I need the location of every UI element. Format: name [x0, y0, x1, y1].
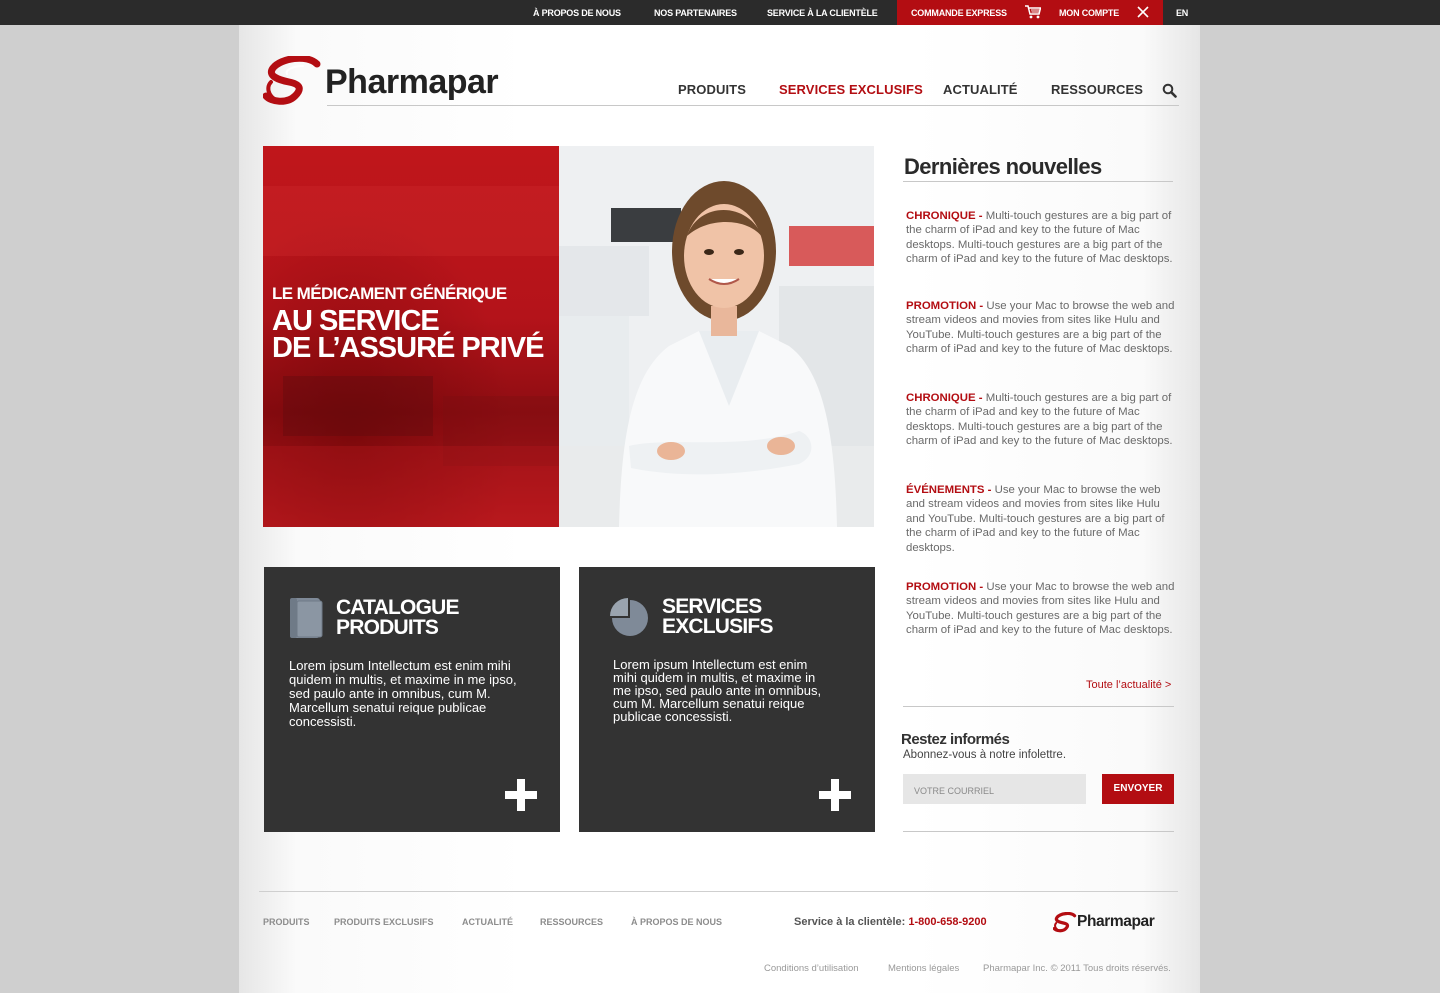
logo-wordmark: Pharmapar: [325, 63, 499, 101]
newsletter-subtitle: Abonnez-vous à notre infolettre.: [903, 749, 1067, 761]
news-item[interactable]: CHRONIQUE - Multi-touch gestures are a b…: [906, 391, 1178, 449]
cart-icon[interactable]: [1025, 5, 1041, 19]
topbar-link-customer-service[interactable]: SERVICE À LA CLIENTÈLE: [767, 0, 878, 25]
newsletter-divider: [903, 831, 1174, 832]
hero-title-line-1: AU SERVICE: [272, 305, 440, 337]
feature-description: Lorem ipsum Intellectum est enim mihi qu…: [613, 657, 822, 724]
topbar-link-about[interactable]: À PROPOS DE NOUS: [533, 0, 621, 25]
footer-link-produits[interactable]: PRODUITS: [263, 917, 310, 927]
footer-link-ressources[interactable]: RESSOURCES: [540, 917, 603, 927]
book-icon: [290, 598, 323, 638]
news-category: ÉVÉNEMENTS -: [906, 484, 992, 496]
logo-mark-icon: [262, 54, 321, 105]
news-category: CHRONIQUE -: [906, 392, 983, 404]
nav-item-services-exclusifs[interactable]: SERVICES EXCLUSIFS: [779, 82, 923, 97]
topbar-link-partners[interactable]: NOS PARTENAIRES: [654, 0, 737, 25]
logo-mark-icon: [1052, 911, 1077, 933]
hero-kicker: LE MÉDICAMENT GÉNÉRIQUE: [272, 284, 507, 303]
footer-link-produits-exclusifs[interactable]: PRODUITS EXCLUSIFS: [334, 917, 434, 927]
footer-logo-wordmark: Pharmapar: [1077, 913, 1155, 930]
news-title-divider: [903, 181, 1173, 182]
utility-bar: À PROPOS DE NOUS NOS PARTENAIRES SERVICE…: [0, 0, 1440, 25]
hero-photo-pharmacist: [559, 146, 874, 527]
footer-link-actualite[interactable]: ACTUALITÉ: [462, 917, 513, 927]
news-item[interactable]: CHRONIQUE - Multi-touch gestures are a b…: [906, 209, 1178, 267]
feature-title-line-2: PRODUITS: [336, 616, 439, 639]
subscribe-button[interactable]: ENVOYER: [1102, 774, 1174, 804]
pharmacist-illustration: [559, 146, 874, 527]
customer-service-label: Service à la clientèle:: [794, 916, 906, 928]
hero-title-line-2: DE L’ASSURÉ PRIVÉ: [272, 332, 544, 364]
hero-banner[interactable]: LE MÉDICAMENT GÉNÉRIQUE AU SERVICE DE L’…: [263, 146, 874, 527]
news-item[interactable]: ÉVÉNEMENTS - Use your Mac to browse the …: [906, 483, 1178, 555]
nav-item-actualite[interactable]: ACTUALITÉ: [943, 82, 1018, 97]
news-category: PROMOTION -: [906, 300, 984, 312]
terms-link[interactable]: Conditions d’utilisation: [764, 963, 859, 974]
news-category: CHRONIQUE -: [906, 210, 983, 222]
plus-icon[interactable]: [505, 779, 537, 811]
pie-chart-icon: [610, 598, 648, 636]
hero-red-panel: LE MÉDICAMENT GÉNÉRIQUE AU SERVICE DE L’…: [263, 146, 559, 527]
news-bottom-divider: [903, 706, 1174, 707]
footer-logo[interactable]: Pharmapar: [1052, 911, 1181, 934]
header-divider: [327, 105, 1179, 106]
language-switch[interactable]: EN: [1176, 0, 1188, 25]
legal-notice-link[interactable]: Mentions légales: [888, 963, 959, 974]
all-news-link[interactable]: Toute l’actualité >: [1086, 679, 1171, 691]
customer-service-phone[interactable]: 1-800-658-9200: [908, 916, 986, 928]
my-account-link[interactable]: MON COMPTE: [1059, 0, 1119, 25]
close-icon[interactable]: [1136, 5, 1150, 19]
customer-service-contact: Service à la clientèle: 1-800-658-9200: [794, 916, 987, 928]
newsletter-title: Restez informés: [901, 731, 1010, 748]
footer-link-a-propos[interactable]: À PROPOS DE NOUS: [631, 917, 722, 927]
feature-title-line-1: SERVICES: [662, 595, 762, 618]
site-logo[interactable]: Pharmapar: [262, 54, 555, 108]
feature-description: Lorem ipsum Intellectum est enim mihi qu…: [289, 658, 517, 729]
feature-card-catalogue[interactable]: CATALOGUE PRODUITS Lorem ipsum Intellect…: [264, 567, 560, 832]
nav-item-ressources[interactable]: RESSOURCES: [1051, 82, 1143, 97]
express-order-link[interactable]: COMMANDE EXPRESS: [911, 0, 1007, 25]
feature-title-line-2: EXCLUSIFS: [662, 615, 773, 638]
feature-title-line-1: CATALOGUE: [336, 596, 459, 619]
footer-divider: [259, 891, 1178, 892]
copyright-text: Pharmapar Inc. © 2011 Tous droits réserv…: [983, 963, 1171, 974]
news-category: PROMOTION -: [906, 581, 984, 593]
news-item[interactable]: PROMOTION - Use your Mac to browse the w…: [906, 299, 1178, 357]
news-item[interactable]: PROMOTION - Use your Mac to browse the w…: [906, 580, 1178, 638]
nav-item-produits[interactable]: PRODUITS: [678, 82, 746, 97]
email-field[interactable]: [903, 774, 1086, 804]
feature-card-services[interactable]: SERVICES EXCLUSIFS Lorem ipsum Intellect…: [579, 567, 875, 832]
news-section-title: Dernières nouvelles: [904, 154, 1102, 179]
search-icon[interactable]: [1162, 83, 1177, 98]
plus-icon[interactable]: [819, 779, 851, 811]
